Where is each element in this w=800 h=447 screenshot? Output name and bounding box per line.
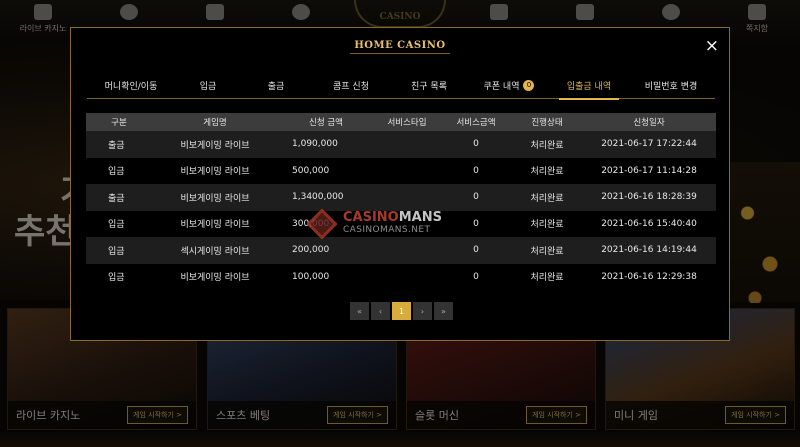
next-page-button[interactable]: › [413,302,432,320]
cell-game: 비보게이밍 라이브 [152,131,278,158]
cell-game: 비보게이밍 라이브 [180,273,250,284]
table-row: 입금 비보게이밍 라이브 500,000 0 처리완료 2021-06-17 1… [86,158,716,185]
table-row: 출금 비보게이밍 라이브 1,090,000 0 처리완료 2021-06-17… [86,131,716,158]
cell-date: 2021-06-16 12:29:38 [601,271,697,282]
cell-type: 입금 [86,237,152,264]
cell-date: 2021-06-16 14:19:44 [582,237,716,264]
tab-label: 출금 [267,82,285,92]
cell-game: 비보게이밍 라이브 [180,167,250,178]
tab-friend-list[interactable]: 친구 목록 [391,72,467,99]
cell-type: 입금 [108,273,125,284]
cell-type: 입금 [108,220,125,231]
watermark: CASINOMANS CASINOMANS.NET [306,204,491,244]
first-page-button[interactable]: « [350,302,369,320]
tab-label: 머니확인/이동 [104,82,158,92]
col-service-type: 서비스타입 [374,113,440,131]
cell-status: 처리완료 [512,184,582,211]
watermark-main-a: CASINO [343,210,399,225]
col-service-amount: 서비스금액 [440,113,512,131]
cell-status: 처리완료 [530,167,564,178]
tab-label: 친구 목록 [411,82,447,92]
cell-amount: 100,000 [292,271,330,282]
cell-service-type [374,158,440,185]
watermark-sub: CASINOMANS.NET [343,225,431,235]
cell-service-amount: 0 [473,165,479,176]
cell-date: 2021-06-17 17:22:44 [582,131,716,158]
tab-label: 입출금 내역 [566,82,612,92]
cell-game: 비보게이밍 라이브 [152,184,278,211]
watermark-diamond-icon [306,208,338,240]
cell-amount: 1,090,000 [278,131,374,158]
tab-label: 콤프 신청 [333,82,369,92]
table-header-row: 구분 게임명 신청 금액 서비스타입 서비스금액 진행상태 신청일자 [86,113,716,131]
cell-game: 섹시게이밍 라이브 [152,237,278,264]
col-game: 게임명 [152,113,278,131]
cell-date: 2021-06-17 11:14:28 [601,165,697,176]
account-modal: HOME CASINO × 머니확인/이동 입금 출금 콤프 신청 친구 목록 … [70,27,730,341]
tab-label: 쿠폰 내역 [483,82,520,92]
tab-coupon-history[interactable]: 쿠폰 내역 0 [467,72,551,99]
col-status: 진행상태 [512,113,582,131]
watermark-text: CASINOMANS CASINOMANS.NET [343,210,442,236]
tab-money-check[interactable]: 머니확인/이동 [87,72,175,99]
history-table: 구분 게임명 신청 금액 서비스타입 서비스금액 진행상태 신청일자 출금 비보… [86,113,716,290]
tab-withdraw[interactable]: 출금 [241,72,311,99]
modal-tabs: 머니확인/이동 입금 출금 콤프 신청 친구 목록 쿠폰 내역 0 입출금 내역… [87,72,715,100]
cell-status: 처리완료 [512,237,582,264]
tab-comp-request[interactable]: 콤프 신청 [311,72,391,99]
modal-header: HOME CASINO [71,28,729,66]
cell-date: 2021-06-16 15:40:40 [601,218,697,229]
tab-label: 비밀번호 변경 [644,82,698,92]
cell-status: 처리완료 [530,273,564,284]
col-date: 신청일자 [582,113,716,131]
watermark-main-b: MANS [398,210,442,225]
table-row: 입금 비보게이밍 라이브 100,000 0 처리완료 2021-06-16 1… [86,264,716,291]
close-button[interactable]: × [705,38,719,55]
cell-service-amount: 0 [440,131,512,158]
col-type: 구분 [86,113,152,131]
cell-service-type [374,264,440,291]
prev-page-button[interactable]: ‹ [371,302,390,320]
coupon-count-badge: 0 [523,80,535,91]
modal-logo: HOME CASINO [350,40,450,54]
cell-type: 출금 [86,131,152,158]
tab-deposit[interactable]: 입금 [175,72,241,99]
cell-status: 처리완료 [512,131,582,158]
cell-amount: 500,000 [292,165,330,176]
tab-deposit-withdraw-history[interactable]: 입출금 내역 [551,72,627,100]
cell-date: 2021-06-16 18:28:39 [582,184,716,211]
col-amount: 신청 금액 [278,113,374,131]
tab-change-password[interactable]: 비밀번호 변경 [627,72,715,99]
cell-service-amount: 0 [473,271,479,282]
cell-game: 비보게이밍 라이브 [180,220,250,231]
pagination: « ‹ 1 › » [350,302,453,320]
page-1-button[interactable]: 1 [392,302,411,320]
cell-type: 출금 [86,184,152,211]
last-page-button[interactable]: » [434,302,453,320]
cell-status: 처리완료 [530,220,564,231]
cell-type: 입금 [108,167,125,178]
cell-service-type [374,131,440,158]
tab-label: 입금 [199,82,217,92]
